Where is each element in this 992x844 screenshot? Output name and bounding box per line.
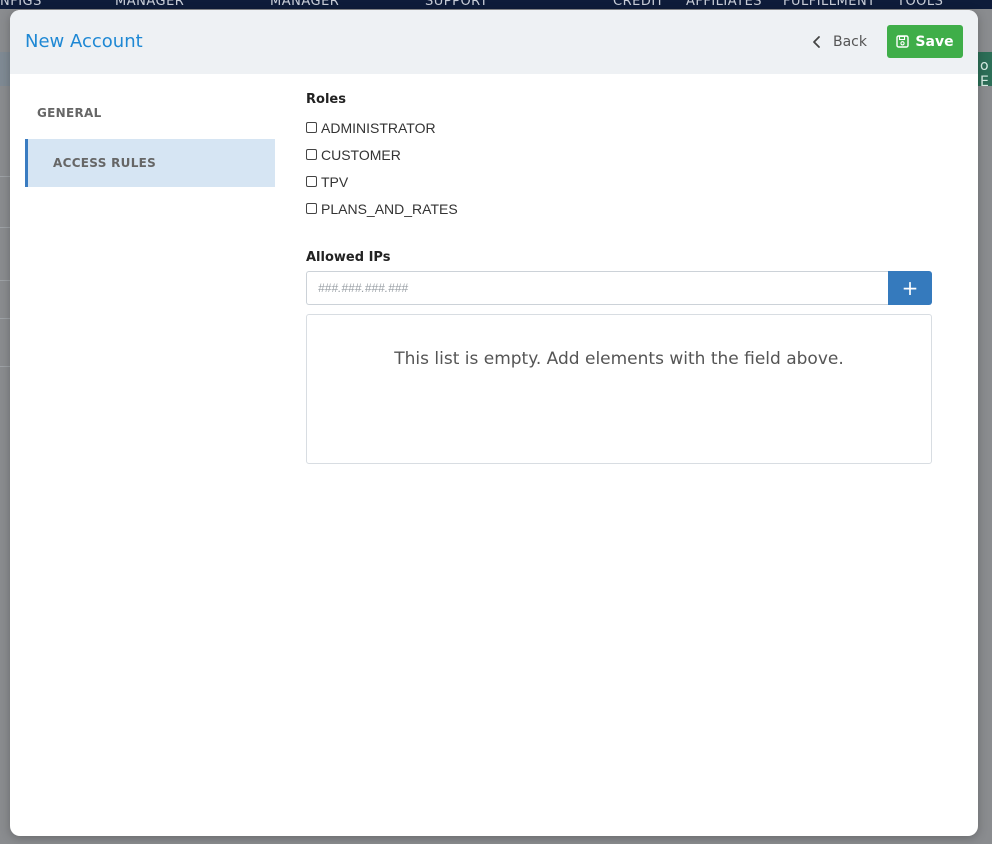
role-option-tpv: TPV <box>306 168 932 195</box>
floppy-disk-icon <box>896 35 910 48</box>
ip-entry-row: + <box>306 271 932 305</box>
allowed-ips-label: Allowed IPs <box>306 250 391 265</box>
empty-list-message: This list is empty. Add elements with th… <box>394 349 844 369</box>
new-account-modal: New Account Back Save GENERAL ACCESS RUL… <box>10 10 978 836</box>
sidenav-item-general[interactable]: GENERAL <box>25 89 275 137</box>
role-label: PLANS_AND_RATES <box>321 200 458 217</box>
background-divider <box>0 176 10 177</box>
back-label: Back <box>833 34 867 50</box>
background-nav-item: MANAGER <box>270 0 340 9</box>
background-divider <box>0 366 10 367</box>
sidenav-item-label: GENERAL <box>37 106 102 120</box>
background-nav-item: MANAGER <box>115 0 185 9</box>
modal-side-navigation: GENERAL ACCESS RULES <box>25 89 275 187</box>
background-nav-item: TOOLS <box>897 0 944 9</box>
plans-and-rates-checkbox[interactable] <box>306 203 317 214</box>
tpv-checkbox[interactable] <box>306 176 317 187</box>
role-label: TPV <box>321 173 349 190</box>
background-toolbar-button: o E <box>978 52 992 86</box>
role-option-customer: CUSTOMER <box>306 141 932 168</box>
sidenav-item-label: ACCESS RULES <box>53 156 157 170</box>
role-label: ADMINISTRATOR <box>321 119 436 136</box>
modal-title: New Account <box>25 31 143 52</box>
background-toolbar-left <box>0 52 10 86</box>
background-divider <box>0 227 10 228</box>
back-button[interactable]: Back <box>810 30 867 54</box>
allowed-ips-list: This list is empty. Add elements with th… <box>306 314 932 464</box>
background-nav-item: SUPPORT <box>425 0 489 9</box>
background-divider <box>0 318 10 319</box>
ip-address-input[interactable] <box>306 271 888 305</box>
background-nav-item: AFFILIATES <box>686 0 763 9</box>
background-top-navigation: NFIGS MANAGER MANAGER SUPPORT CREDIT AFF… <box>0 0 992 9</box>
background-button-fragment: o E <box>980 58 989 86</box>
administrator-checkbox[interactable] <box>306 122 317 133</box>
roles-list: ADMINISTRATOR CUSTOMER TPV PLANS_AND_RAT… <box>306 114 932 222</box>
background-nav-item: CREDIT <box>613 0 665 9</box>
customer-checkbox[interactable] <box>306 149 317 160</box>
roles-label: Roles <box>306 92 346 107</box>
background-divider <box>0 280 10 281</box>
role-option-plans-and-rates: PLANS_AND_RATES <box>306 195 932 222</box>
role-label: CUSTOMER <box>321 146 401 163</box>
modal-header: New Account Back Save <box>10 10 978 74</box>
role-option-administrator: ADMINISTRATOR <box>306 114 932 141</box>
add-ip-button[interactable]: + <box>888 271 932 305</box>
background-nav-item: FULFILLMENT <box>783 0 876 9</box>
chevron-left-icon <box>813 36 820 48</box>
sidenav-item-access-rules[interactable]: ACCESS RULES <box>25 139 275 187</box>
background-nav-item: NFIGS <box>0 0 42 9</box>
access-rules-panel: Roles ADMINISTRATOR CUSTOMER TPV PLANS_A… <box>306 92 932 464</box>
save-label: Save <box>915 33 954 50</box>
plus-icon: + <box>901 276 919 300</box>
save-button[interactable]: Save <box>887 25 963 58</box>
